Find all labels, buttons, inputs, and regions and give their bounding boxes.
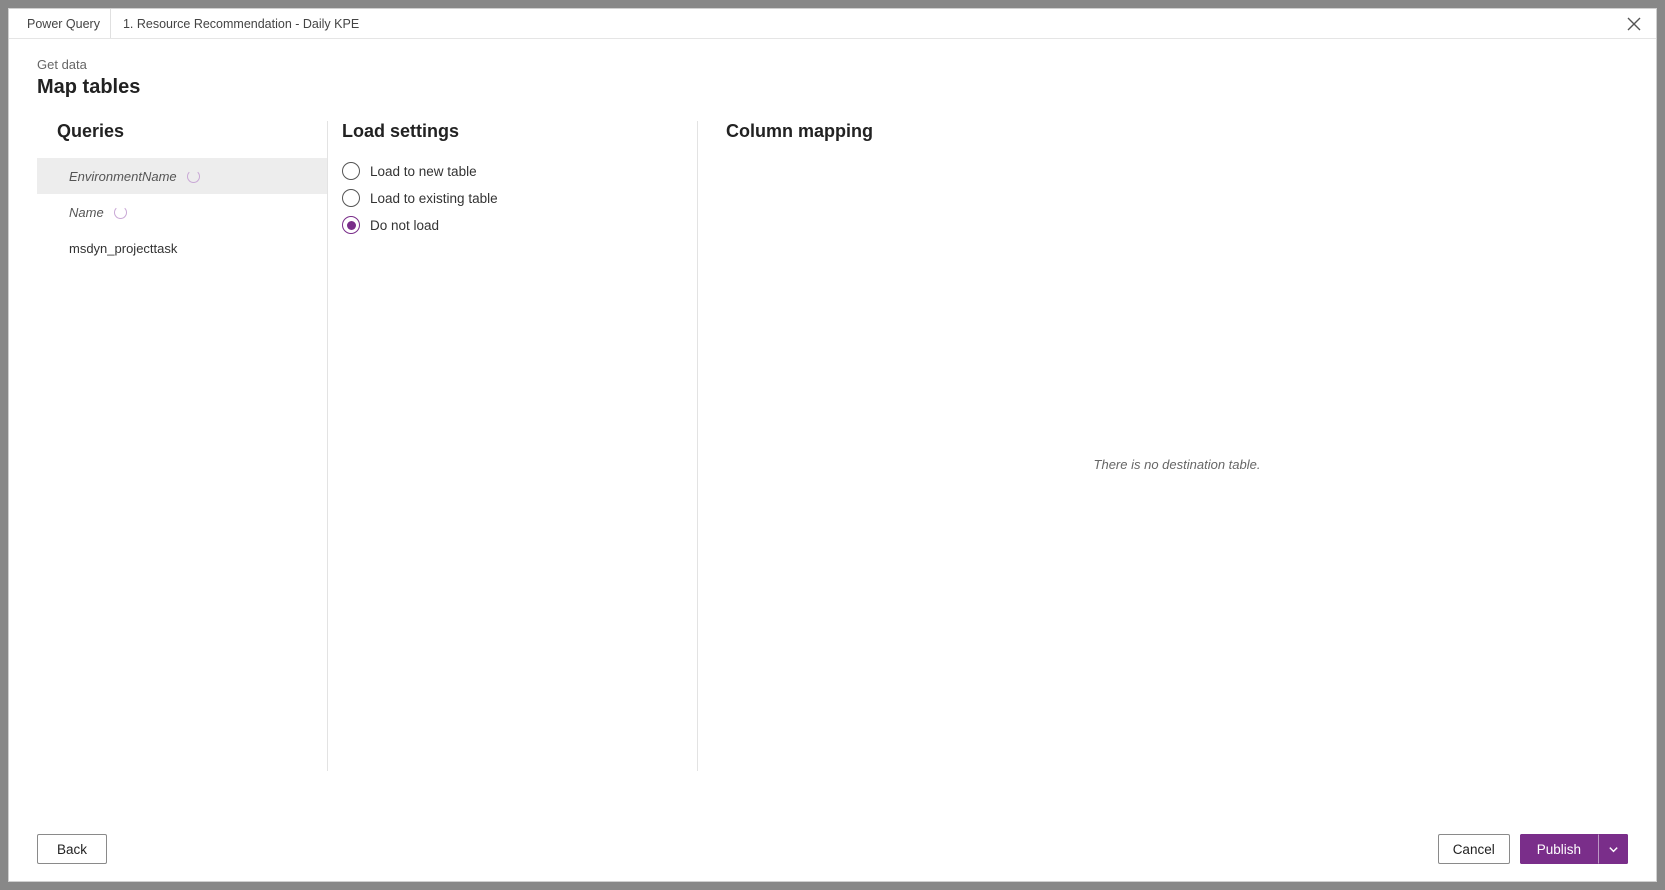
load-setting-label: Do not load	[370, 218, 439, 233]
radio-icon	[342, 189, 360, 207]
load-setting-option[interactable]: Load to new table	[342, 162, 697, 180]
load-settings-heading: Load settings	[342, 121, 697, 142]
load-setting-option[interactable]: Do not load	[342, 216, 697, 234]
queries-panel: Queries EnvironmentName Name msdyn_project…	[37, 121, 327, 817]
column-mapping-panel: Column mapping There is no destination t…	[697, 121, 1628, 771]
query-item[interactable]: Name	[37, 194, 327, 230]
publish-dropdown-button[interactable]	[1598, 834, 1628, 864]
breadcrumb: Get data	[37, 57, 1628, 72]
radio-icon	[342, 162, 360, 180]
dialog: Power Query 1. Resource Recommendation -…	[8, 8, 1657, 882]
load-setting-label: Load to existing table	[370, 191, 498, 206]
query-item[interactable]: msdyn_projecttask	[37, 230, 327, 266]
load-settings-radio-group: Load to new table Load to existing table D…	[342, 162, 697, 234]
query-item-label: Name	[69, 205, 104, 220]
query-item[interactable]: EnvironmentName	[37, 158, 327, 194]
close-button[interactable]	[1620, 10, 1648, 38]
document-name: 1. Resource Recommendation - Daily KPE	[111, 17, 371, 31]
content: Get data Map tables Queries EnvironmentN…	[9, 39, 1656, 817]
load-setting-option[interactable]: Load to existing table	[342, 189, 697, 207]
load-setting-label: Load to new table	[370, 164, 477, 179]
load-settings-panel: Load settings Load to new table Load to e…	[327, 121, 697, 771]
titlebar: Power Query 1. Resource Recommendation -…	[9, 9, 1656, 39]
publish-split-button: Publish	[1520, 834, 1628, 864]
loading-spinner-icon	[114, 206, 127, 219]
chevron-down-icon	[1608, 844, 1619, 855]
loading-spinner-icon	[187, 170, 200, 183]
radio-icon	[342, 216, 360, 234]
column-mapping-heading: Column mapping	[726, 121, 1628, 142]
query-item-label: msdyn_projecttask	[69, 241, 177, 256]
close-icon	[1627, 17, 1641, 31]
query-list: EnvironmentName Name msdyn_projecttask	[37, 158, 327, 266]
columns: Queries EnvironmentName Name msdyn_project…	[37, 121, 1628, 817]
publish-button[interactable]: Publish	[1520, 834, 1598, 864]
cancel-button[interactable]: Cancel	[1438, 834, 1510, 864]
footer: Back Cancel Publish	[9, 817, 1656, 881]
query-item-label: EnvironmentName	[69, 169, 177, 184]
back-button[interactable]: Back	[37, 834, 107, 864]
app-name: Power Query	[17, 9, 111, 38]
page-title: Map tables	[37, 76, 1628, 99]
queries-heading: Queries	[57, 121, 327, 142]
column-mapping-placeholder: There is no destination table.	[726, 158, 1628, 771]
